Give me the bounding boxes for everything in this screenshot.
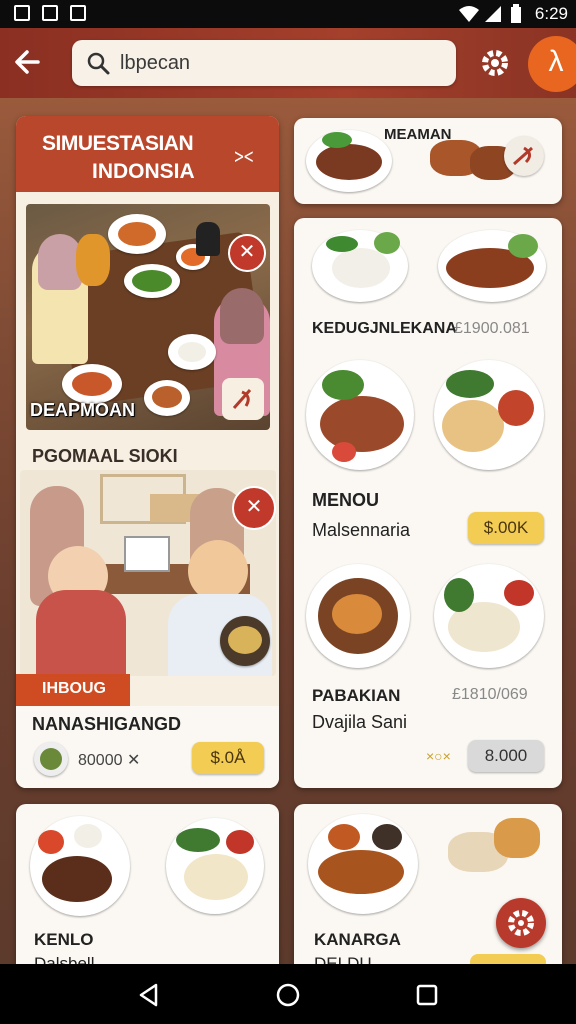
close-icon[interactable]: ✕ [228,234,266,272]
bookmark-icon[interactable] [504,136,544,176]
menu-item-subtitle: DELDU [314,954,372,964]
image-caption: DEAPMOAN [30,400,136,420]
category-card-meat[interactable]: MEAMAN [294,118,562,204]
back-arrow-icon[interactable] [10,44,46,80]
dining-scene-image: ✕ DEAPMOAN [26,204,270,430]
recents-nav-icon[interactable] [414,982,440,1008]
menu-item-title: KANARGA [314,930,401,949]
menu-item-price: £1900.081 [454,320,530,337]
battery-icon [511,4,521,23]
avatar[interactable]: λ [528,36,576,92]
search-text: lbpecan [120,52,191,74]
close-icon[interactable]: ✕ [232,486,276,530]
add-to-cart-button[interactable]: $.00K [468,512,544,544]
photo-icon [14,5,30,21]
featured-title-line1: SIMUESTASIAN [42,132,194,155]
search-icon [87,52,110,75]
gear-icon[interactable] [478,46,512,80]
menu-item-price: £1810/069 [452,686,528,703]
rating-marks: ×○× [426,748,451,764]
n-icon [42,5,58,21]
settings-fab[interactable] [496,898,546,948]
menu-item-subtitle: Dalsbell [34,954,95,964]
gear-icon [508,910,534,936]
featured-item-price: 80000 ✕ [78,752,141,769]
menu-list-card: KEDUGJNLEKANA £1900.081 MENOU Malsennari… [294,218,562,788]
back-nav-icon[interactable] [136,982,162,1008]
share-icon[interactable]: ⪥ [234,142,253,168]
menu-item-name: KEDUGJNLEKANA [312,320,457,337]
featured-card-header: SIMUESTASIAN INDONSIA ⪥ [16,116,279,192]
menu-item-title: PABAKIAN [312,686,401,705]
signal-icon [485,6,501,22]
search-input[interactable]: lbpecan [72,40,456,86]
clock: 6:29 [534,4,568,23]
featured-card[interactable]: SIMUESTASIAN INDONSIA ⪥ ✕ DEAPMOAN PGOMA… [16,116,279,788]
menu-item-title: MENOU [312,490,379,510]
home-nav-icon[interactable] [275,982,301,1008]
add-to-cart-button[interactable]: 8.000 [468,740,544,772]
menu-item-subtitle: Dvajila Sani [312,712,408,732]
menu-item-title: KENLO [34,930,94,949]
menu-item-subtitle: Malsennaria [312,520,411,540]
category-tag: IHBOUG [16,674,130,706]
status-bar: 6:29 [0,0,576,28]
system-nav-bar [0,964,576,1024]
family-dinner-image: ✕ [20,470,276,676]
featured-title-line2: INDONSIA [92,160,195,183]
wifi-icon [459,6,479,22]
menu-card-kenlo[interactable]: KENLO Dalsbell [16,804,279,964]
category-label: MEAMAN [384,126,452,143]
featured-item-name: NANASHIGANGD [32,714,182,734]
bookmark-icon[interactable] [222,378,264,420]
add-to-cart-button[interactable]: $.0Å [192,742,264,774]
add-to-cart-button[interactable] [470,954,546,964]
section-label: PGOMAAL SIOKI [32,446,178,466]
n-icon [70,5,86,21]
